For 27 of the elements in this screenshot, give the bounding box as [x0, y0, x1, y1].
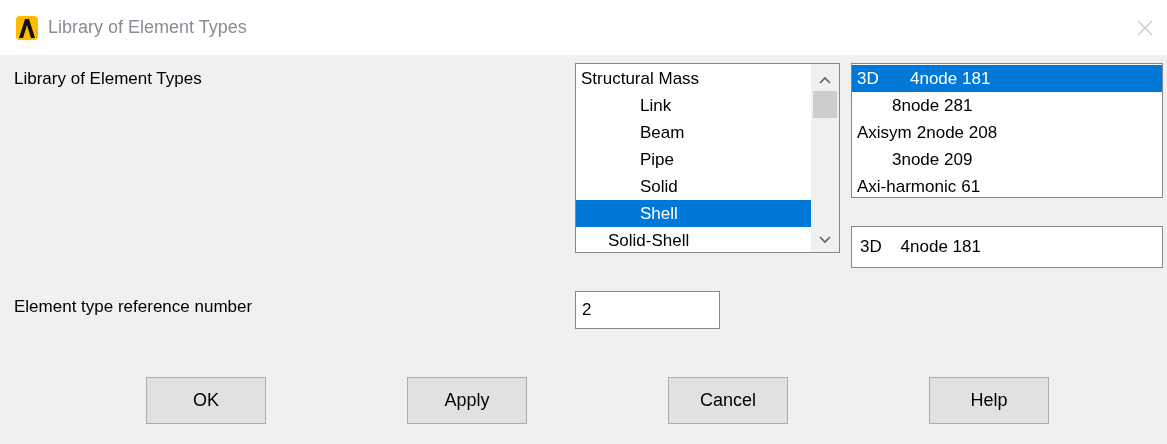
scroll-up-icon[interactable]	[819, 76, 831, 84]
list-item[interactable]: Solid	[576, 173, 811, 200]
list-item[interactable]: 3node 209	[852, 146, 1162, 173]
list-item[interactable]: Link	[576, 92, 811, 119]
dialog-button[interactable]: Apply	[407, 377, 527, 424]
list-item[interactable]: Pipe	[576, 146, 811, 173]
list-item[interactable]: 3D 4node 181	[852, 65, 1162, 92]
list-item[interactable]: Shell	[576, 200, 811, 227]
dialog-button[interactable]: OK	[146, 377, 266, 424]
reference-number-label: Element type reference number	[14, 296, 254, 318]
list-item[interactable]: Structural Mass	[576, 65, 811, 92]
close-icon[interactable]	[1137, 19, 1153, 36]
dialog-button[interactable]: Help	[929, 377, 1049, 424]
scroll-bar[interactable]	[811, 64, 839, 252]
scroll-thumb[interactable]	[813, 91, 837, 118]
list-item[interactable]: Solid-Shell	[576, 227, 811, 254]
selected-type-field[interactable]: 3D 4node 181	[851, 226, 1163, 268]
list-item[interactable]: Beam	[576, 119, 811, 146]
library-label: Library of Element Types	[14, 68, 203, 90]
scroll-down-icon[interactable]	[819, 236, 831, 244]
app-logo-icon	[16, 15, 38, 40]
window-title: Library of Element Types	[48, 17, 248, 38]
dialog-button[interactable]: Cancel	[668, 377, 788, 424]
list-item[interactable]: Axi-harmonic 61	[852, 173, 1162, 200]
list-item[interactable]: Axisym 2node 208	[852, 119, 1162, 146]
list-item[interactable]: 8node 281	[852, 92, 1162, 119]
reference-number-field[interactable]: 2	[575, 291, 720, 329]
